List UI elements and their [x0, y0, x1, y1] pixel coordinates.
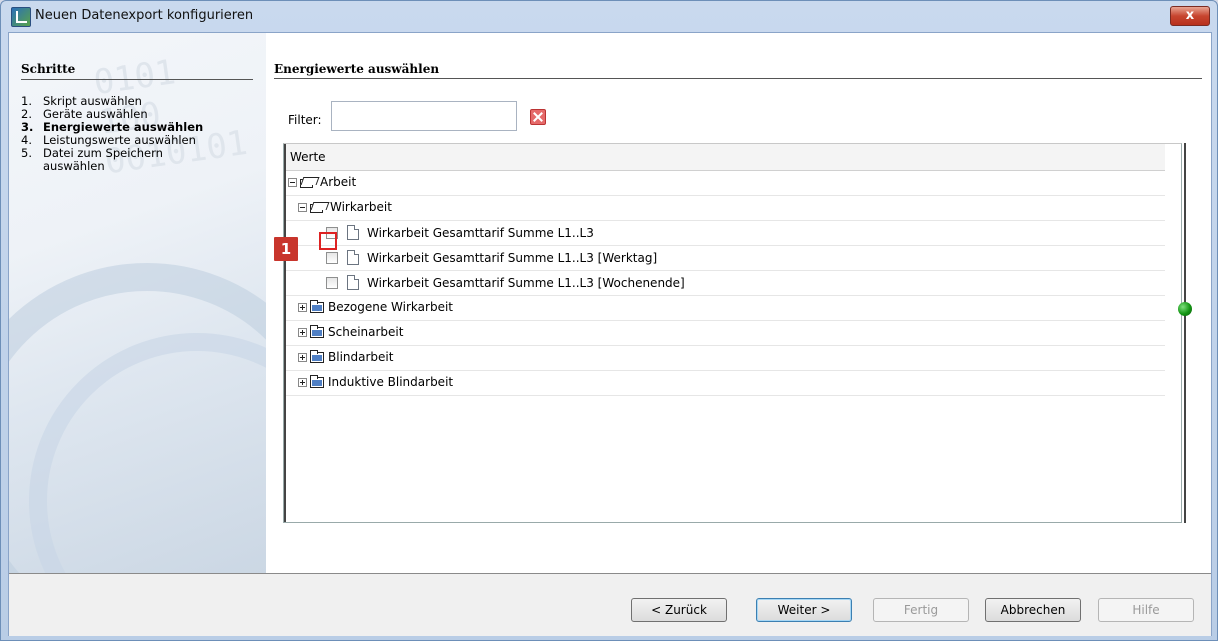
tree-node-label: Arbeit — [320, 175, 357, 189]
tree-row-scheinarbeit[interactable]: Scheinarbeit — [286, 321, 1165, 346]
tree-row-gesamttarif[interactable]: Wirkarbeit Gesamttarif Summe L1..L3 — [286, 221, 1165, 246]
tree-node-label: Blindarbeit — [328, 350, 394, 364]
content-panel: Energiewerte auswählen Filter: Werte Arb… — [266, 33, 1211, 573]
section-heading: Energiewerte auswählen — [274, 62, 440, 76]
tree-node-label: Wirkarbeit — [330, 200, 392, 214]
document-icon — [347, 250, 359, 265]
collapse-icon[interactable] — [298, 202, 307, 212]
open-folder-icon — [300, 177, 316, 188]
wizard-window: Neuen Datenexport konfigurieren x 0101 1… — [0, 0, 1218, 641]
expand-icon[interactable] — [298, 327, 307, 337]
filter-input[interactable] — [331, 101, 517, 131]
document-icon — [347, 275, 359, 290]
value-checkbox[interactable] — [326, 276, 338, 289]
step-item-5: 5. Datei zum Speichern auswählen — [21, 146, 163, 173]
open-folder-icon — [310, 202, 326, 213]
document-icon — [347, 225, 359, 240]
back-button[interactable]: < Zurück — [631, 598, 727, 622]
clear-filter-icon[interactable] — [530, 109, 546, 125]
filter-label: Filter: — [288, 113, 322, 127]
tree-row-wirkarbeit[interactable]: Wirkarbeit — [286, 196, 1165, 221]
next-button[interactable]: Weiter > — [756, 598, 852, 622]
folder-icon — [310, 299, 324, 313]
tree-row-bezogene-wirkarbeit[interactable]: Bezogene Wirkarbeit — [286, 296, 1165, 321]
tree-node-label: Wirkarbeit Gesamttarif Summe L1..L3 — [367, 225, 594, 240]
steps-heading: Schritte — [21, 62, 76, 76]
wizard-client-area: 0101 100 0010101 Schritte 1. Skript auswä… — [8, 32, 1212, 636]
tree-row-gesamttarif-wochenende[interactable]: Wirkarbeit Gesamttarif Summe L1..L3 [Woc… — [286, 271, 1165, 296]
tree-row-induktive-blindarbeit[interactable]: Induktive Blindarbeit — [286, 371, 1165, 396]
tree-node-label: Wirkarbeit Gesamttarif Summe L1..L3 [Woc… — [367, 275, 685, 290]
callout-highlight-box — [319, 232, 337, 250]
value-checkbox[interactable] — [326, 251, 338, 264]
tree-row-gesamttarif-werktag[interactable]: Wirkarbeit Gesamttarif Summe L1..L3 [Wer… — [286, 246, 1165, 271]
folder-icon — [310, 324, 324, 338]
app-icon — [11, 7, 31, 27]
cancel-button[interactable]: Abbrechen — [985, 598, 1081, 622]
tree-column-header[interactable]: Werte — [286, 144, 1165, 171]
close-button[interactable]: x — [1170, 6, 1210, 26]
expand-icon[interactable] — [298, 377, 307, 387]
window-title: Neuen Datenexport konfigurieren — [35, 8, 254, 23]
section-divider — [274, 78, 1202, 79]
collapse-icon[interactable] — [288, 177, 297, 187]
button-bar: < Zurück Weiter > Fertig Abbrechen Hilfe — [9, 573, 1211, 636]
steps-divider — [21, 79, 253, 80]
tree-node-label: Wirkarbeit Gesamttarif Summe L1..L3 [Wer… — [367, 250, 658, 265]
tree-node-label: Bezogene Wirkarbeit — [328, 300, 453, 314]
folder-icon — [310, 374, 324, 388]
tree-rows: Arbeit Wirkarbeit Wirkarbeit Gesamttarif… — [286, 171, 1165, 396]
finish-button[interactable]: Fertig — [873, 598, 969, 622]
step-callout-badge: 1 — [274, 237, 298, 261]
tree-node-label: Scheinarbeit — [328, 325, 404, 339]
tree-row-arbeit[interactable]: Arbeit — [286, 171, 1165, 196]
steps-list: 1. Skript auswählen 2. Geräte auswählen 3.… — [21, 95, 261, 173]
tree-node-label: Induktive Blindarbeit — [328, 375, 454, 389]
values-tree: Werte Arbeit Wirkarbeit Wirkarbeit Gesam… — [283, 143, 1182, 523]
status-indicator-icon — [1178, 302, 1192, 316]
folder-icon — [310, 349, 324, 363]
expand-icon[interactable] — [298, 352, 307, 362]
title-bar: Neuen Datenexport konfigurieren x — [1, 1, 1217, 31]
tree-right-border — [1184, 143, 1186, 523]
help-button[interactable]: Hilfe — [1098, 598, 1194, 622]
steps-panel: 0101 100 0010101 Schritte 1. Skript auswä… — [9, 33, 266, 573]
tree-row-blindarbeit[interactable]: Blindarbeit — [286, 346, 1165, 371]
expand-icon[interactable] — [298, 302, 307, 312]
